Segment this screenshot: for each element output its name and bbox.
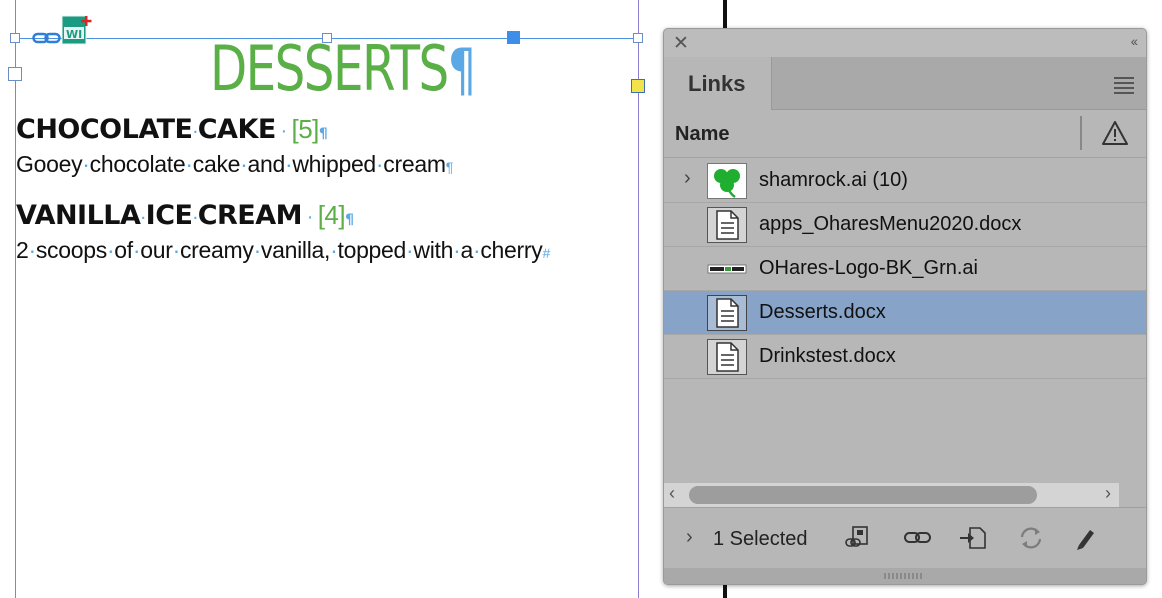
- item-number: [5]: [291, 114, 319, 144]
- desc-word: cream: [383, 151, 446, 177]
- desc-word: scoops: [35, 237, 107, 263]
- panel-footer: › 1 Selected: [664, 507, 1146, 569]
- desc-word: with: [413, 237, 454, 263]
- desc-word: Gooey: [16, 151, 83, 177]
- link-name: Drinkstest.docx: [759, 345, 896, 367]
- chevron-right-icon[interactable]: ›: [684, 167, 691, 190]
- menu-item-name: VANILLA·ICE·CREAM ‧ [4]¶: [16, 200, 354, 231]
- frame-handle-top-left[interactable]: [10, 33, 20, 43]
- section-title: DESSERTS¶: [210, 36, 477, 104]
- panel-titlebar[interactable]: ✕ ‹‹: [664, 29, 1146, 57]
- left-margin-guide: [15, 0, 16, 598]
- chevron-right-icon[interactable]: ›: [686, 526, 693, 549]
- scrollbar-thumb[interactable]: [689, 486, 1037, 504]
- link-name: Desserts.docx: [759, 301, 886, 323]
- name-word: ICE: [145, 200, 193, 231]
- end-mark: ¶: [445, 159, 454, 175]
- shamrock-icon: [707, 163, 747, 199]
- link-chain-icon[interactable]: [32, 30, 62, 46]
- desc-word: vanilla,: [260, 237, 331, 263]
- out-port-handle[interactable]: [507, 31, 520, 44]
- tab-links[interactable]: Links: [664, 57, 772, 110]
- in-port-handle[interactable]: [8, 67, 22, 81]
- link-name: shamrock.ai (10): [759, 169, 908, 191]
- document-icon: [707, 295, 747, 331]
- name-word: VANILLA: [16, 200, 141, 231]
- scroll-left-icon[interactable]: ‹: [669, 483, 675, 504]
- svg-text:WI: WI: [66, 28, 82, 41]
- update-link-icon[interactable]: [1016, 524, 1046, 552]
- adjust-handle[interactable]: [631, 79, 645, 93]
- edit-original-icon[interactable]: [1071, 524, 1101, 552]
- desc-word: topped: [337, 237, 407, 263]
- links-panel: ✕ ‹‹ Links Name › shamrock.ai (10) apps_…: [663, 28, 1147, 585]
- desc-word: chocolate: [89, 151, 186, 177]
- desc-word: our: [140, 237, 173, 263]
- name-word: CHOCOLATE: [16, 114, 193, 145]
- column-header: Name: [664, 111, 1146, 158]
- desc-word: whipped: [292, 151, 376, 177]
- frame-handle-top-right[interactable]: [633, 33, 643, 43]
- logo-thumb-icon: [707, 264, 747, 274]
- desc-word: a: [460, 237, 473, 263]
- desc-word: cake: [192, 151, 241, 177]
- desc-word: of: [114, 237, 133, 263]
- warning-icon[interactable]: [1101, 120, 1129, 146]
- desc-word: creamy: [179, 237, 254, 263]
- desc-word: 2: [16, 237, 29, 263]
- menu-item-name: CHOCOLATE·CAKE ‧ [5]¶: [16, 114, 328, 145]
- horizontal-scrollbar[interactable]: ‹ ›: [664, 483, 1119, 507]
- column-divider[interactable]: [1080, 116, 1082, 150]
- close-icon[interactable]: ✕: [673, 32, 689, 55]
- link-name: OHares-Logo-BK_Grn.ai: [759, 257, 978, 279]
- menu-item-description: Gooey·chocolate·cake·and·whipped·cream¶: [16, 151, 454, 177]
- item-number: [4]: [317, 200, 346, 230]
- document-icon: [707, 339, 747, 375]
- wordimport-badge-icon[interactable]: WI: [61, 15, 93, 45]
- name-word: CREAM: [197, 200, 303, 231]
- menu-item-description: 2·scoops·of·our·creamy·vanilla,·topped·w…: [16, 237, 550, 263]
- desc-word: and: [247, 151, 286, 177]
- pilcrow: ¶: [345, 212, 354, 228]
- end-mark: #: [542, 245, 550, 261]
- title-pilcrow: ¶: [447, 36, 477, 104]
- link-row-selected[interactable]: Desserts.docx: [664, 291, 1146, 335]
- panel-menu-icon[interactable]: [1114, 77, 1134, 97]
- link-row[interactable]: OHares-Logo-BK_Grn.ai: [664, 247, 1146, 291]
- link-name: apps_OharesMenu2020.docx: [759, 213, 1022, 235]
- panel-resize-grip[interactable]: [664, 568, 1146, 584]
- name-word: CAKE: [197, 114, 277, 145]
- document-icon: [707, 207, 747, 243]
- link-row[interactable]: apps_OharesMenu2020.docx: [664, 203, 1146, 247]
- collapse-icon[interactable]: ‹‹: [1131, 33, 1138, 49]
- column-name-header[interactable]: Name: [675, 123, 729, 146]
- tab-strip: Links: [664, 57, 1146, 110]
- relink-icon[interactable]: [903, 524, 933, 552]
- relink-to-folder-icon[interactable]: [842, 524, 872, 552]
- link-row[interactable]: › shamrock.ai (10): [664, 159, 1146, 203]
- go-to-link-icon[interactable]: [958, 524, 988, 552]
- link-row[interactable]: Drinkstest.docx: [664, 335, 1146, 379]
- selection-count: 1 Selected: [713, 528, 808, 550]
- pilcrow: ¶: [318, 126, 328, 142]
- scroll-right-icon[interactable]: ›: [1105, 483, 1111, 504]
- tab-links-label: Links: [688, 71, 746, 96]
- section-title-text: DESSERTS: [210, 32, 449, 105]
- desc-word: cherry: [480, 237, 543, 263]
